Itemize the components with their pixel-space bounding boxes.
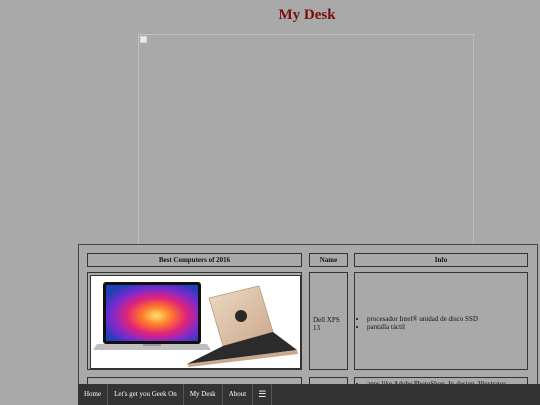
- info-item: pantalla táctil: [367, 323, 527, 331]
- hamburger-menu-icon[interactable]: ☰: [253, 384, 273, 405]
- bottom-navbar: Home Let's get you Geek On My Desk About…: [78, 384, 540, 405]
- table-row-1-info: procesador Intel® unidad de disco SSD pa…: [354, 272, 528, 370]
- hero-image-broken: [138, 34, 474, 246]
- laptop-illustration: [93, 282, 298, 367]
- nav-my-desk[interactable]: My Desk: [184, 384, 223, 405]
- nav-about[interactable]: About: [223, 384, 254, 405]
- header-best-computers: Best Computers of 2016: [87, 253, 302, 267]
- header-name: Name: [309, 253, 348, 267]
- table-row-1-image-cell: [87, 272, 302, 370]
- page-title: My Desk: [278, 7, 336, 23]
- laptop-image: [90, 275, 301, 369]
- broken-image-icon: [140, 36, 147, 43]
- header-info: Info: [354, 253, 528, 267]
- nav-geek-on[interactable]: Let's get you Geek On: [108, 384, 184, 405]
- info-item: procesador Intel® unidad de disco SSD: [367, 315, 527, 323]
- nav-home[interactable]: Home: [78, 384, 109, 405]
- table-row-1-name: Dell XPS 13: [309, 272, 348, 370]
- computers-table-panel: Best Computers of 2016 Name Info Dell XP…: [78, 244, 538, 405]
